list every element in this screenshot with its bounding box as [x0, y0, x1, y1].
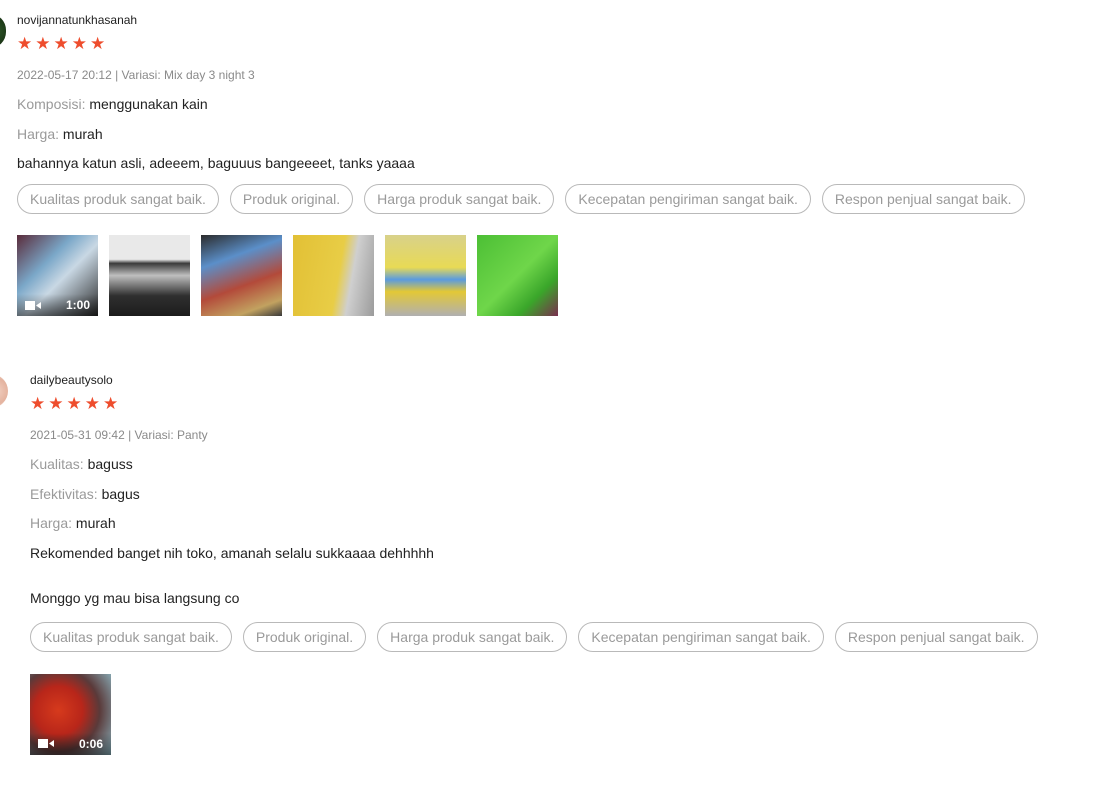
review-media: 0:06 — [30, 673, 1038, 755]
attribute-value: bagus — [101, 485, 140, 502]
tag-chip: Kecepatan pengiriman sangat baik. — [565, 184, 811, 214]
attribute-row: Harga: murah — [17, 125, 1025, 143]
star-icon: ★ — [103, 394, 119, 413]
username[interactable]: novijannatunkhasanah — [17, 13, 1025, 28]
video-thumbnail[interactable]: 1:00 — [17, 235, 98, 316]
attribute-value: menggunakan kain — [89, 96, 208, 112]
tag-chip: Harga produk sangat baik. — [364, 184, 555, 214]
attribute-row: Komposisi: menggunakan kain — [17, 95, 1025, 113]
star-icon: ★ — [90, 34, 106, 53]
attribute-label: Harga: — [17, 125, 60, 142]
review-tags: Kualitas produk sangat baik. Produk orig… — [30, 621, 1038, 652]
avatar[interactable] — [0, 374, 8, 408]
tag-chip: Harga produk sangat baik. — [377, 621, 568, 652]
attribute-value: baguss — [87, 456, 133, 472]
star-icon: ★ — [35, 34, 51, 53]
video-overlay: 0:06 — [30, 732, 111, 755]
review-comment: bahannya katun asli, adeeem, baguuus ban… — [17, 154, 1025, 172]
attribute-row: Kualitas: baguss — [30, 455, 1038, 473]
attribute-label: Harga: — [30, 515, 73, 531]
tag-chip: Kualitas produk sangat baik. — [30, 621, 232, 652]
review-attributes: Komposisi: menggunakan kain Harga: murah — [17, 95, 1025, 143]
username[interactable]: dailybeautysolo — [30, 373, 1038, 388]
comment-text: bahannya katun asli, adeeem, baguuus ban… — [17, 155, 415, 171]
video-thumbnail[interactable]: 0:06 — [30, 673, 111, 755]
tag-chip: Respon penjual sangat baik. — [834, 621, 1038, 652]
image-thumbnail[interactable] — [109, 235, 190, 316]
star-icon: ★ — [84, 394, 100, 413]
rating-stars: ★ ★ ★ ★ ★ — [17, 34, 1025, 54]
star-icon: ★ — [53, 34, 69, 53]
attribute-row: Efektivitas: bagus — [30, 485, 1038, 503]
video-overlay: 1:00 — [17, 294, 98, 316]
attribute-label: Efektivitas: — [30, 485, 98, 502]
review-tags: Kualitas produk sangat baik. Produk orig… — [17, 184, 1025, 214]
attribute-label: Komposisi: — [17, 96, 86, 112]
tag-chip: Produk original. — [229, 184, 354, 214]
review-comment: Rekomended banget nih toko, amanah selal… — [30, 544, 1038, 607]
video-camera-icon — [38, 738, 54, 749]
video-duration: 1:00 — [65, 298, 90, 312]
image-thumbnail[interactable] — [385, 235, 466, 316]
image-thumbnail[interactable] — [477, 235, 558, 316]
review-content: dailybeautysolo ★ ★ ★ ★ ★ 2021-05-31 09:… — [30, 360, 1038, 755]
comment-text: Monggo yg mau bisa langsung co — [30, 589, 240, 606]
star-icon: ★ — [17, 34, 33, 53]
rating-stars: ★ ★ ★ ★ ★ — [30, 394, 1038, 414]
tag-chip: Produk original. — [242, 621, 367, 652]
avatar[interactable] — [0, 14, 6, 48]
attribute-row: Harga: murah — [30, 514, 1038, 532]
comment-text: Rekomended banget nih toko, amanah selal… — [30, 544, 434, 561]
video-duration: 0:06 — [78, 736, 103, 751]
attribute-value: murah — [75, 515, 116, 531]
star-icon: ★ — [71, 34, 87, 53]
review-attributes: Kualitas: baguss Efektivitas: bagus Harg… — [30, 455, 1038, 532]
image-thumbnail[interactable] — [293, 235, 374, 316]
attribute-value: murah — [62, 125, 103, 142]
star-icon: ★ — [48, 394, 64, 413]
review-content: novijannatunkhasanah ★ ★ ★ ★ ★ 2022-05-1… — [17, 0, 1025, 316]
tag-chip: Kecepatan pengiriman sangat baik. — [578, 621, 824, 652]
tag-chip: Respon penjual sangat baik. — [821, 184, 1025, 214]
review-meta: 2022-05-17 20:12 | Variasi: Mix day 3 ni… — [17, 68, 255, 82]
star-icon: ★ — [30, 394, 46, 413]
star-icon: ★ — [66, 394, 82, 413]
video-camera-icon — [25, 300, 41, 311]
image-thumbnail[interactable] — [201, 235, 282, 316]
review-meta: 2021-05-31 09:42 | Variasi: Panty — [30, 428, 208, 442]
attribute-label: Kualitas: — [30, 456, 84, 472]
review-media: 1:00 — [17, 235, 1025, 316]
tag-chip: Kualitas produk sangat baik. — [17, 184, 219, 214]
